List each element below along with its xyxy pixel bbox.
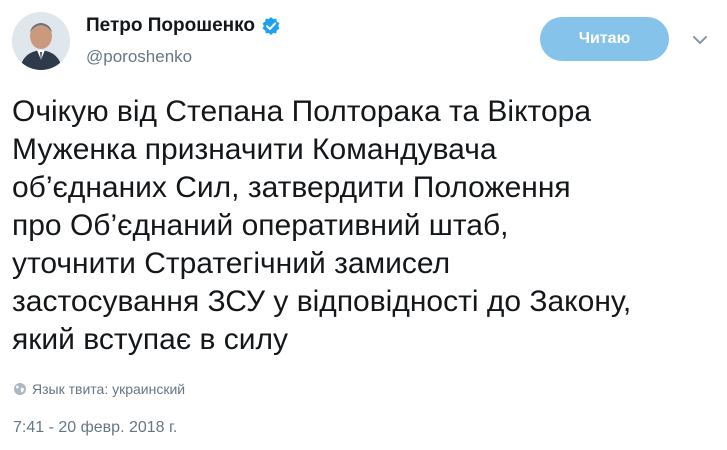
tweet-text: Очікую від Степана Полторака та Віктора … — [12, 93, 722, 359]
author-handle[interactable]: @poroshenko — [86, 46, 192, 68]
tweet-text-line: об’єднаних Сил, затвердити Положення — [12, 171, 571, 204]
tweet-text-line: про Об’єднаний оперативний штаб, — [12, 209, 509, 242]
chevron-down-icon[interactable] — [690, 30, 710, 50]
tweet-language: Язык твита: украинский — [13, 381, 185, 397]
following-button[interactable]: Читаю — [540, 17, 669, 61]
author-name-row: Петро Порошенко — [86, 14, 281, 38]
tweet-text-line: Муженка призначити Командувача — [12, 133, 497, 166]
tweet-text-line: який вступає в силу — [12, 323, 289, 356]
avatar-image — [12, 12, 70, 70]
tweet-text-line: застосування ЗСУ у відповідності до Зако… — [12, 285, 632, 318]
language-label: Язык твита: украинский — [32, 381, 186, 397]
verified-badge-icon — [261, 16, 281, 36]
tweet-card: Петро Порошенко @poroshenko Читаю Очікую… — [0, 0, 727, 450]
tweet-text-line: Очікую від Степана Полторака та Віктора — [12, 95, 592, 128]
globe-icon — [13, 382, 27, 396]
tweet-timestamp[interactable]: 7:41 - 20 февр. 2018 г. — [13, 419, 177, 437]
tweet-text-line: уточнити Стратегічний замисел — [12, 247, 451, 280]
display-name[interactable]: Петро Порошенко — [86, 14, 255, 38]
avatar[interactable] — [12, 12, 70, 70]
